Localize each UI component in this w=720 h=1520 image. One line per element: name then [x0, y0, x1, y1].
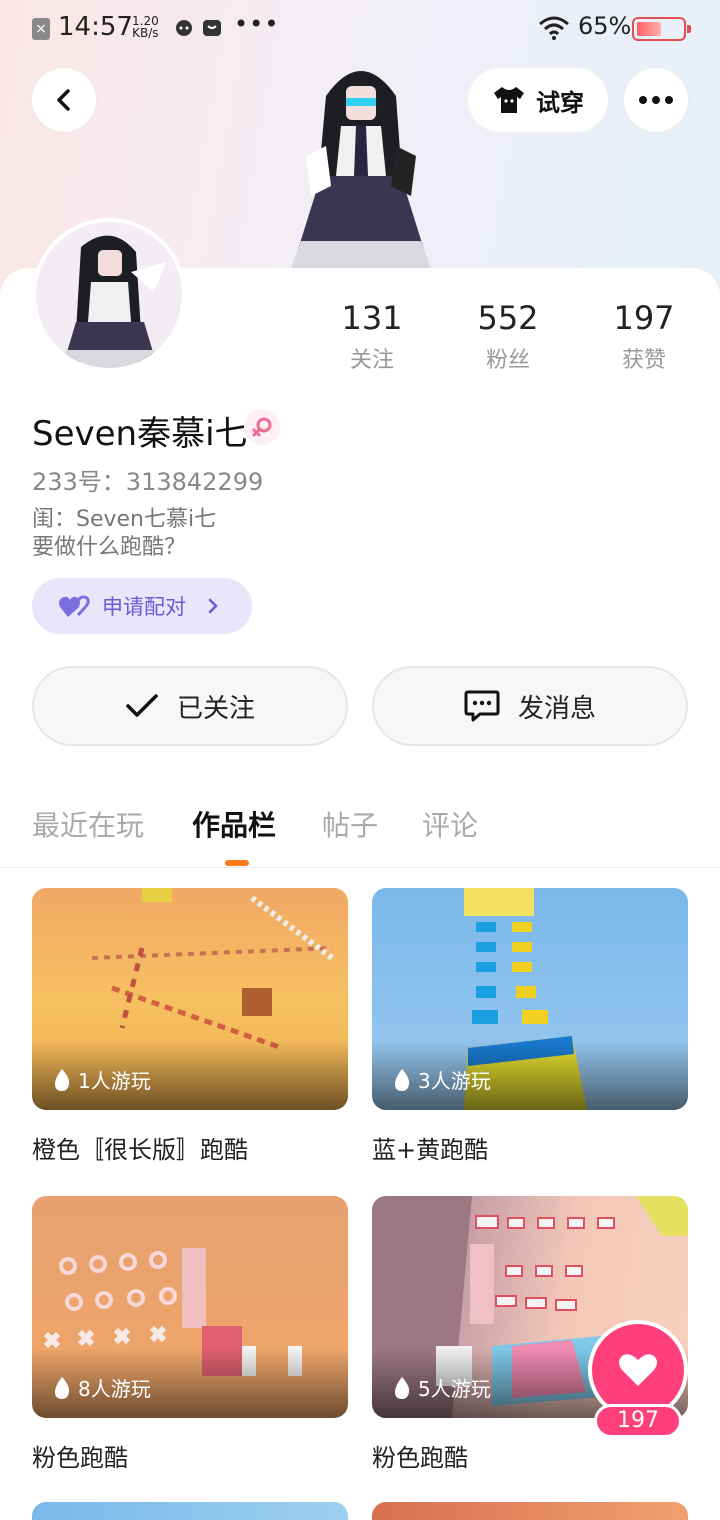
- avatar-character-image: [60, 235, 166, 368]
- play-count: 8人游玩: [52, 1373, 151, 1402]
- bio-line-1: 闺：Seven七慕i七: [32, 507, 217, 532]
- status-time: 14:57: [58, 12, 133, 42]
- avatar[interactable]: [32, 218, 186, 372]
- flame-icon: [55, 1068, 70, 1091]
- battery-icon: [632, 17, 691, 41]
- followed-label: 已关注: [176, 693, 255, 724]
- play-count: 3人游玩: [392, 1065, 491, 1094]
- work-thumbnail[interactable]: 1人游玩: [32, 888, 348, 1110]
- request-pair-button[interactable]: 申请配对: [32, 578, 252, 634]
- play-count-text: 3人游玩: [418, 1069, 491, 1093]
- play-count-text: 1人游玩: [78, 1069, 151, 1093]
- work-title[interactable]: 粉色跑酷: [372, 1438, 688, 1473]
- notification-x-icon: ×: [32, 18, 50, 40]
- profile-tabs: 最近在玩 作品栏 帖子 评论: [0, 800, 720, 868]
- work-thumbnail-partial[interactable]: [372, 1502, 688, 1520]
- heart-icon: [619, 1354, 657, 1386]
- work-title[interactable]: 蓝+黄跑酷: [372, 1130, 688, 1165]
- battery-percent: 65%: [578, 12, 632, 40]
- back-button[interactable]: [32, 68, 96, 132]
- stat-likes-label: 获赞: [621, 348, 666, 373]
- work-thumbnail[interactable]: 8人游玩: [32, 1196, 348, 1418]
- net-speed: 1.20 KB/s: [132, 15, 159, 39]
- work-thumbnail[interactable]: 3人游玩: [372, 888, 688, 1110]
- work-card[interactable]: 3人游玩 蓝+黄跑酷: [372, 888, 688, 1165]
- work-title[interactable]: 粉色跑酷: [32, 1438, 348, 1473]
- flame-icon: [395, 1068, 410, 1091]
- request-pair-label: 申请配对: [102, 595, 186, 619]
- stat-following-label: 关注: [349, 348, 394, 373]
- like-count-badge: 197: [594, 1404, 682, 1438]
- stat-likes: 197 获赞: [589, 300, 699, 374]
- stat-following[interactable]: 131 关注: [317, 300, 427, 374]
- tshirt-icon: [494, 87, 524, 113]
- status-bar: × 14:57 1.20 KB/s ••• 65%: [0, 0, 720, 58]
- status-more-dots: •••: [234, 10, 280, 38]
- bio: 闺：Seven七慕i七 要做什么跑酷？: [32, 506, 216, 562]
- bio-line-2: 要做什么跑酷？: [32, 535, 187, 560]
- username: Seven秦慕i七: [32, 414, 249, 454]
- play-count: 5人游玩: [392, 1373, 491, 1402]
- chat-bubble-icon: [176, 20, 192, 36]
- net-speed-unit: KB/s: [132, 26, 159, 40]
- send-message-label: 发消息: [517, 693, 596, 724]
- flame-icon: [395, 1376, 410, 1399]
- stat-fans-value: 552: [477, 299, 539, 337]
- work-card[interactable]: 8人游玩 粉色跑酷: [32, 1196, 348, 1473]
- active-tab-indicator: [225, 860, 249, 866]
- female-gender-icon: [244, 409, 280, 445]
- work-title[interactable]: 橙色〚很长版〛跑酷: [32, 1130, 348, 1165]
- tab-works[interactable]: 作品栏: [192, 804, 276, 844]
- more-options-button[interactable]: [624, 68, 688, 132]
- stat-fans[interactable]: 552 粉丝: [453, 300, 563, 374]
- checkmark-icon: [126, 694, 158, 717]
- work-thumbnail-partial[interactable]: [32, 1502, 348, 1520]
- message-bubble-icon: [464, 690, 500, 722]
- more-dots-icon: [639, 96, 673, 104]
- character-figure: [291, 71, 431, 268]
- try-on-label: 试穿: [536, 88, 584, 117]
- app-notification-icon: [203, 20, 221, 36]
- play-count-text: 8人游玩: [78, 1377, 151, 1401]
- stat-fans-label: 粉丝: [485, 348, 530, 373]
- stat-likes-value: 197: [613, 299, 675, 337]
- tab-recently-played[interactable]: 最近在玩: [32, 804, 144, 844]
- double-heart-icon: [59, 595, 90, 617]
- chevron-left-icon: [57, 89, 70, 111]
- tab-posts[interactable]: 帖子: [322, 804, 378, 844]
- followed-button[interactable]: 已关注: [32, 666, 348, 746]
- wifi-icon: [539, 16, 569, 40]
- work-card[interactable]: 1人游玩 橙色〚很长版〛跑酷: [32, 888, 348, 1165]
- user-id: 233号：313842299: [32, 468, 264, 496]
- chevron-right-icon: [208, 598, 218, 614]
- play-count-text: 5人游玩: [418, 1377, 491, 1401]
- flame-icon: [55, 1376, 70, 1399]
- try-on-button[interactable]: 试穿: [468, 68, 608, 132]
- play-count: 1人游玩: [52, 1065, 151, 1094]
- stat-following-value: 131: [341, 299, 403, 337]
- send-message-button[interactable]: 发消息: [372, 666, 688, 746]
- tab-comments[interactable]: 评论: [422, 804, 478, 844]
